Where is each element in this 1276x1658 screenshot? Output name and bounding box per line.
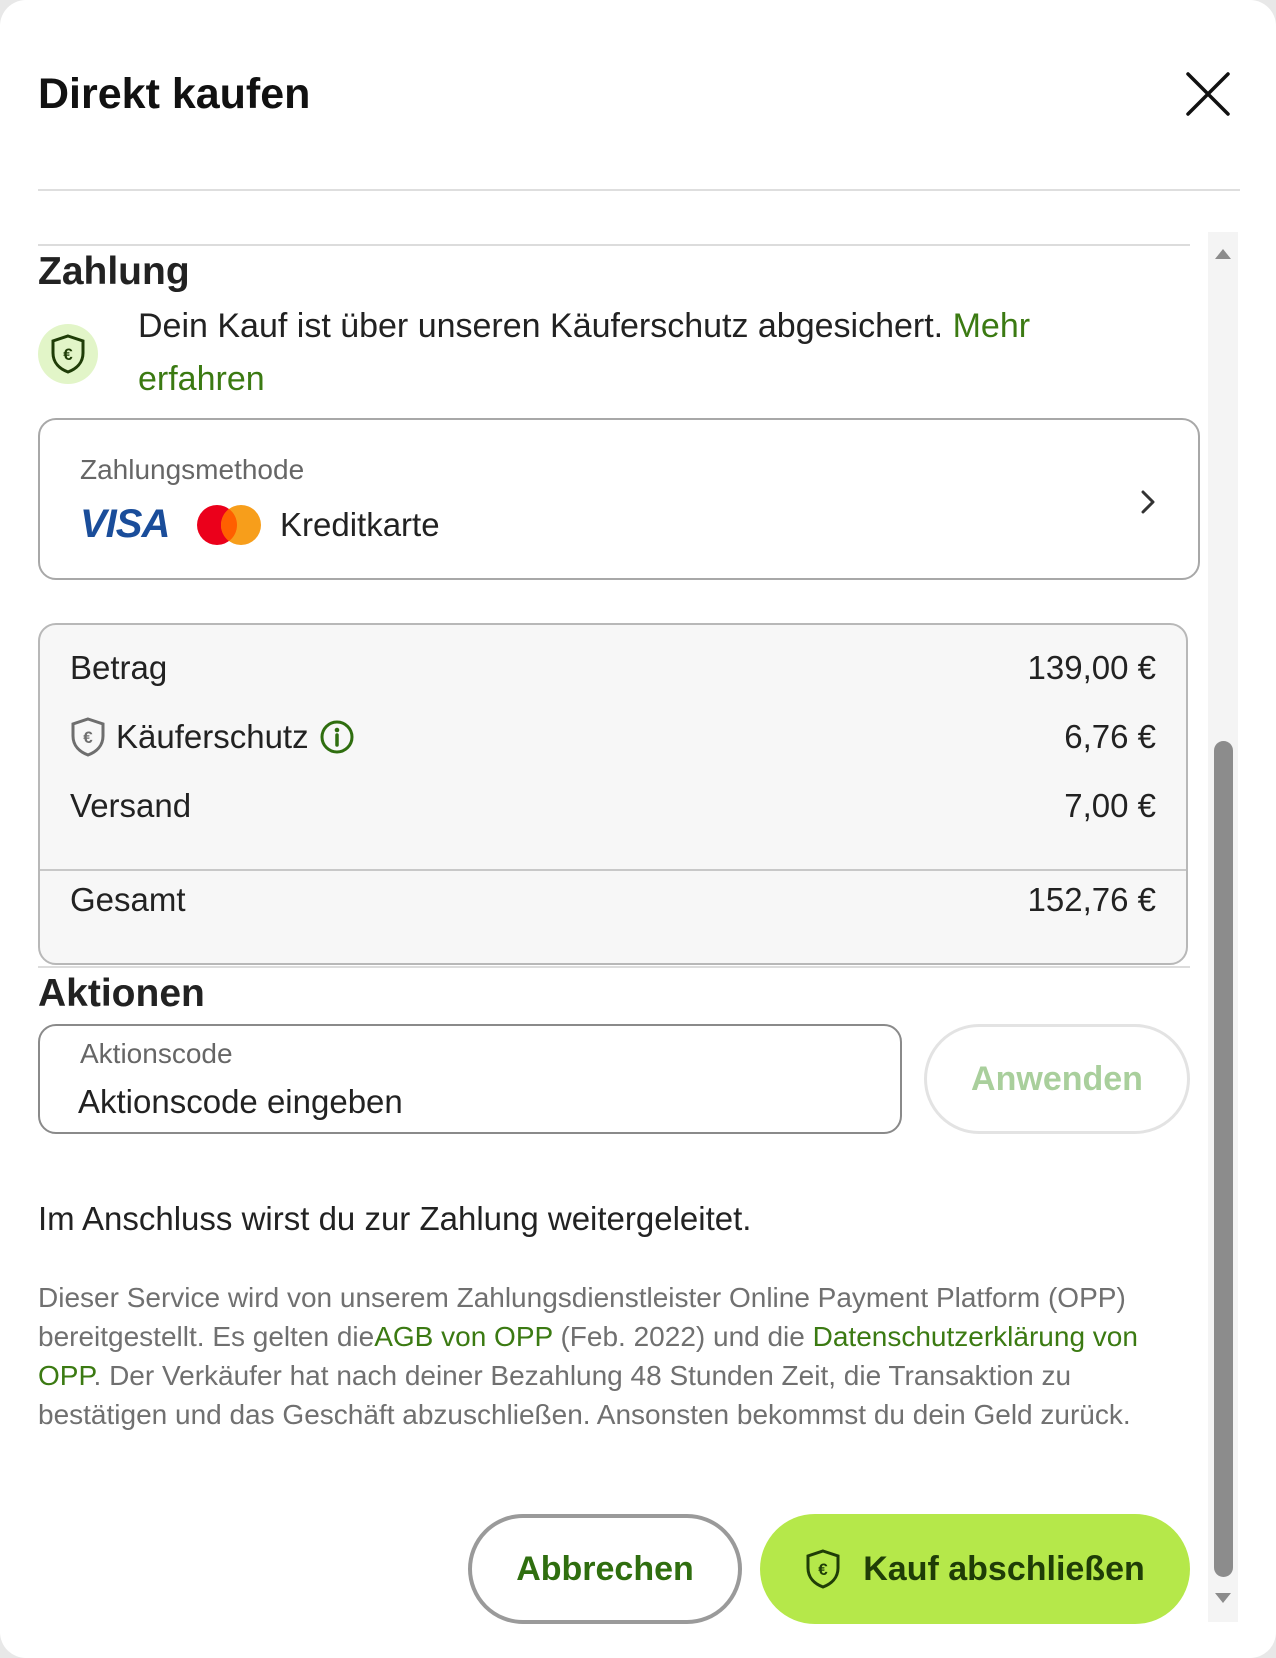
shipping-value: 7,00 € — [1064, 787, 1156, 824]
promo-code-label: Aktionscode — [80, 1038, 233, 1069]
payment-section-title: Zahlung — [38, 250, 190, 293]
legal-notice: Dieser Service wird von unserem Zahlungs… — [38, 1278, 1198, 1434]
summary-divider — [40, 869, 1186, 871]
chevron-right-icon — [1141, 490, 1155, 514]
shield-euro-icon: € — [806, 1549, 840, 1589]
payment-method-selector[interactable]: Zahlungsmethode VISA Kreditkarte — [38, 418, 1200, 580]
shield-euro-icon: € — [51, 334, 85, 374]
legal-text-part3: . Der Verkäufer hat nach deiner Bezahlun… — [38, 1360, 1131, 1430]
summary-row-buyer-protection: € Käuferschutz 6,76 € — [70, 717, 1156, 757]
redirect-notice: Im Anschluss wirst du zur Zahlung weiter… — [38, 1200, 752, 1237]
section-divider — [38, 244, 1190, 246]
scrollbar-thumb[interactable] — [1214, 741, 1233, 1577]
complete-purchase-label: Kauf abschließen — [863, 1549, 1145, 1588]
shield-euro-icon: € — [71, 717, 105, 757]
svg-text:€: € — [63, 345, 73, 364]
scroll-down-arrow-icon[interactable] — [1213, 1588, 1233, 1608]
apply-promo-button[interactable]: Anwenden — [924, 1024, 1190, 1134]
buyer-protection-badge: € — [38, 324, 98, 384]
mastercard-logo-icon — [197, 505, 261, 545]
payment-method-label: Zahlungsmethode — [80, 454, 305, 485]
close-icon — [1186, 72, 1230, 116]
amount-label: Betrag — [70, 649, 168, 686]
total-label: Gesamt — [70, 881, 186, 918]
svg-text:€: € — [819, 1560, 829, 1579]
close-button[interactable] — [1184, 70, 1232, 118]
cancel-button[interactable]: Abbrechen — [468, 1514, 742, 1624]
legal-text-part2: (Feb. 2022) und die — [552, 1321, 813, 1352]
summary-row-amount: Betrag 139,00 € — [70, 649, 1156, 687]
price-summary: Betrag 139,00 € € Käuferschutz 6,76 € Ve… — [38, 623, 1188, 965]
summary-bottom-divider — [38, 966, 1190, 968]
buyer-protection-value: 6,76 € — [1064, 718, 1156, 755]
promo-code-input[interactable] — [78, 1080, 858, 1124]
opp-terms-link[interactable]: AGB von OPP — [374, 1321, 552, 1352]
payment-method-value: Kreditkarte — [280, 506, 440, 543]
info-icon[interactable] — [319, 719, 355, 755]
dialog-title: Direkt kaufen — [38, 70, 311, 118]
summary-row-shipping: Versand 7,00 € — [70, 787, 1156, 825]
shipping-label: Versand — [70, 787, 192, 824]
buyer-protection-text: Dein Kauf ist über unseren Käuferschutz … — [138, 300, 1138, 406]
total-value: 152,76 € — [1027, 881, 1156, 918]
visa-logo: VISA — [80, 502, 170, 546]
scroll-up-arrow-icon[interactable] — [1213, 244, 1233, 264]
actions-section-title: Aktionen — [38, 972, 205, 1015]
protection-message: Dein Kauf ist über unseren Käuferschutz … — [138, 307, 944, 345]
promo-code-field[interactable]: Aktionscode — [38, 1024, 902, 1134]
complete-purchase-button[interactable]: € Kauf abschließen — [760, 1514, 1190, 1624]
header-divider — [38, 189, 1240, 191]
checkout-dialog: Direkt kaufen Zahlung € Dein Kauf ist üb… — [0, 0, 1276, 1658]
summary-row-total: Gesamt 152,76 € — [70, 881, 1156, 919]
svg-text:€: € — [83, 728, 93, 747]
amount-value: 139,00 € — [1027, 649, 1156, 686]
buyer-protection-label: Käuferschutz — [116, 718, 309, 755]
